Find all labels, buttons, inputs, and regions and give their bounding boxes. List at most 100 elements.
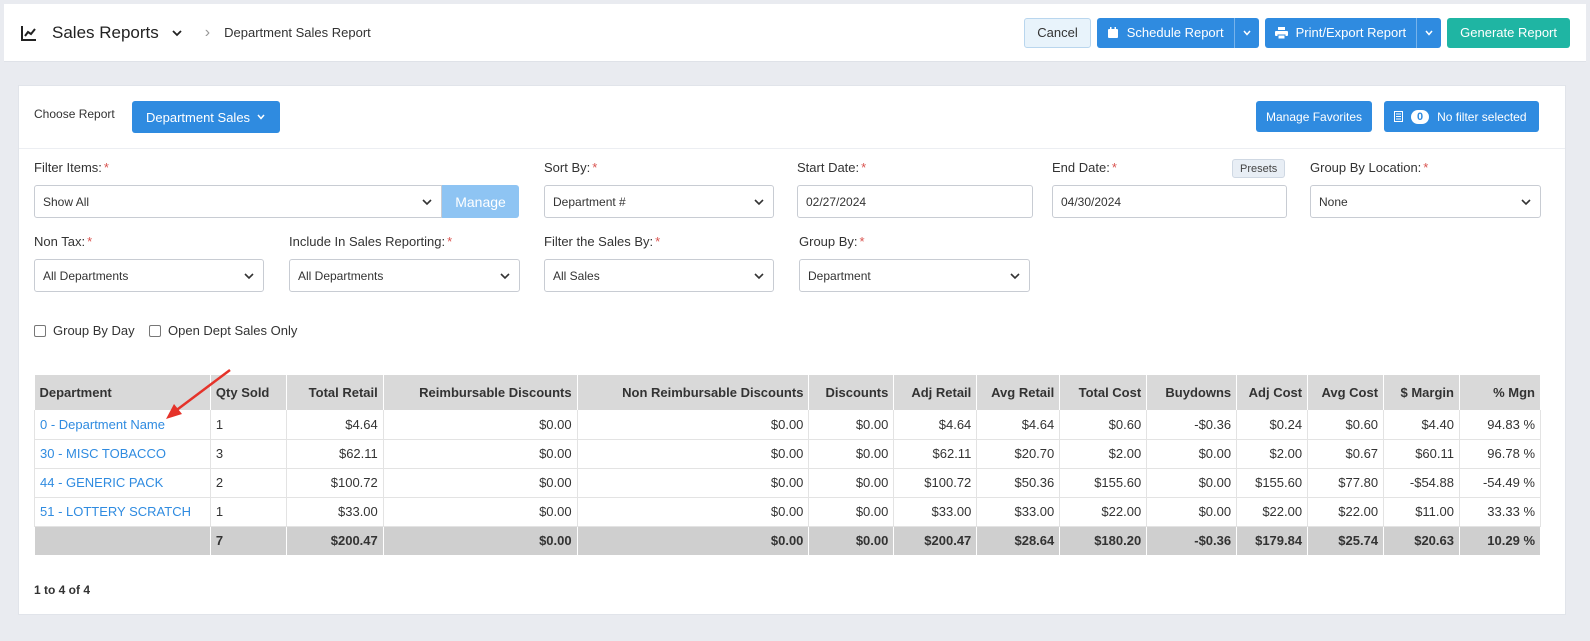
pagination-summary: 1 to 4 of 4 — [34, 583, 91, 597]
table-cell: $0.00 — [1146, 468, 1238, 498]
department-sales-table: Department Qty Sold Total Retail Reimbursab… — [34, 375, 1542, 556]
total-cell — [34, 526, 211, 556]
table-cell: 3 — [210, 439, 287, 469]
include-in-sales-select[interactable]: All Departments — [289, 259, 520, 292]
department-link[interactable]: 0 - Department Name — [40, 417, 165, 432]
report-selector-bar: Choose Report Department Sales Manage Fa… — [19, 86, 1565, 149]
schedule-report-button[interactable]: Schedule Report — [1096, 17, 1259, 48]
app-title[interactable]: Sales Reports — [52, 23, 159, 43]
column-header[interactable]: Qty Sold — [210, 375, 287, 410]
filter-items-label: Filter Items: * — [34, 160, 109, 175]
chevron-down-icon — [244, 272, 254, 279]
table-cell: $77.80 — [1307, 468, 1385, 498]
breadcrumb-separator-icon: › — [204, 23, 211, 41]
table-cell: $0.00 — [383, 439, 578, 469]
table-cell: 0 - Department Name — [34, 410, 211, 440]
open-dept-sales-checkbox[interactable]: Open Dept Sales Only — [149, 323, 297, 338]
table-cell: $11.00 — [1383, 497, 1460, 527]
chevron-down-icon — [754, 198, 764, 205]
total-cell: -$0.36 — [1146, 526, 1238, 556]
column-header[interactable]: Reimbursable Discounts — [383, 375, 578, 410]
column-header[interactable]: $ Margin — [1383, 375, 1460, 410]
checkbox-box[interactable] — [149, 324, 161, 337]
filter-count-badge: 0 — [1411, 109, 1430, 124]
chevron-down-icon — [1521, 198, 1531, 205]
report-type-dropdown[interactable]: Department Sales — [132, 101, 281, 133]
department-link[interactable]: 51 - LOTTERY SCRATCH — [40, 504, 191, 519]
department-link[interactable]: 30 - MISC TOBACCO — [40, 446, 166, 461]
table-cell: $0.00 — [383, 410, 578, 440]
table-cell: -$54.88 — [1383, 468, 1460, 498]
column-header[interactable]: Department — [34, 375, 211, 410]
filter-items-select[interactable]: Show All — [34, 185, 442, 218]
manage-filter-button[interactable]: Manage — [442, 185, 519, 218]
table-cell: $0.00 — [1146, 497, 1238, 527]
calendar-icon — [1107, 26, 1118, 38]
filter-selector-button[interactable]: 0 No filter selected — [1384, 101, 1539, 132]
table-cell: 51 - LOTTERY SCRATCH — [34, 497, 211, 527]
chevron-down-icon[interactable] — [171, 27, 183, 39]
schedule-dropdown-toggle[interactable] — [1235, 18, 1259, 48]
column-header[interactable]: Avg Retail — [976, 375, 1061, 410]
checkbox-box[interactable] — [34, 324, 46, 337]
generate-report-button[interactable]: Generate Report — [1447, 17, 1570, 48]
column-header[interactable]: Avg Cost — [1307, 375, 1385, 410]
table-cell: $22.00 — [1307, 497, 1385, 527]
group-by-select[interactable]: Department — [799, 259, 1030, 292]
table-cell: $60.11 — [1383, 439, 1460, 469]
group-by-day-checkbox[interactable]: Group By Day — [34, 323, 135, 338]
total-cell: $179.84 — [1236, 526, 1309, 556]
total-cell: $200.47 — [893, 526, 978, 556]
column-header[interactable]: Total Cost — [1059, 375, 1148, 410]
column-header[interactable]: Adj Retail — [893, 375, 978, 410]
cancel-button[interactable]: Cancel — [1024, 17, 1091, 48]
start-date-input[interactable]: 02/27/2024 — [797, 185, 1033, 218]
breadcrumb: Department Sales Report — [224, 25, 371, 40]
table-cell: 94.83 % — [1459, 410, 1542, 440]
table-cell: $4.64 — [286, 410, 384, 440]
column-header[interactable]: Adj Cost — [1236, 375, 1309, 410]
manage-favorites-button[interactable]: Manage Favorites — [1256, 101, 1373, 132]
total-cell: $180.20 — [1059, 526, 1148, 556]
schedule-report-label: Schedule Report — [1126, 25, 1224, 40]
table-cell: $0.00 — [577, 410, 810, 440]
filter-sales-by-select[interactable]: All Sales — [544, 259, 774, 292]
total-cell: $0.00 — [808, 526, 895, 556]
choose-report-label: Choose Report — [34, 107, 115, 121]
document-icon — [1394, 111, 1403, 122]
table-cell: $100.72 — [893, 468, 978, 498]
print-dropdown-toggle[interactable] — [1417, 18, 1441, 48]
column-header[interactable]: Buydowns — [1146, 375, 1238, 410]
table-cell: $2.00 — [1236, 439, 1309, 469]
group-by-value: Department — [808, 268, 871, 283]
date-presets-button[interactable]: Presets — [1232, 159, 1286, 178]
sort-by-select[interactable]: Department # — [544, 185, 774, 218]
table-cell: $4.64 — [976, 410, 1061, 440]
table-cell: -54.49 % — [1459, 468, 1542, 498]
table-cell: $0.00 — [808, 468, 895, 498]
print-export-button[interactable]: Print/Export Report — [1264, 17, 1442, 48]
non-tax-label: Non Tax: * — [34, 234, 93, 249]
group-by-location-select[interactable]: None — [1310, 185, 1541, 218]
end-date-input[interactable]: 04/30/2024 — [1052, 185, 1287, 218]
table-cell: $50.36 — [976, 468, 1061, 498]
table-cell: $2.00 — [1059, 439, 1148, 469]
total-cell: $25.74 — [1307, 526, 1385, 556]
table-cell: 1 — [210, 497, 287, 527]
department-link[interactable]: 44 - GENERIC PACK — [40, 475, 163, 490]
header-actions: Cancel Schedule Report Print/Export Repo… — [1024, 17, 1570, 48]
column-header[interactable]: Discounts — [808, 375, 895, 410]
column-header[interactable]: Total Retail — [286, 375, 384, 410]
open-dept-sales-label: Open Dept Sales Only — [168, 323, 298, 338]
table-cell: $33.00 — [286, 497, 384, 527]
table-cell: 2 — [210, 468, 287, 498]
column-header[interactable]: Non Reimbursable Discounts — [577, 375, 810, 410]
table-cell: $4.40 — [1383, 410, 1460, 440]
column-header[interactable]: % Mgn — [1459, 375, 1542, 410]
chevron-down-icon — [1243, 30, 1251, 36]
total-cell: 10.29 % — [1459, 526, 1542, 556]
non-tax-select[interactable]: All Departments — [34, 259, 264, 292]
chevron-down-icon — [500, 272, 510, 279]
include-in-sales-label: Include In Sales Reporting: * — [289, 234, 453, 249]
group-by-location-label: Group By Location: * — [1310, 160, 1429, 175]
